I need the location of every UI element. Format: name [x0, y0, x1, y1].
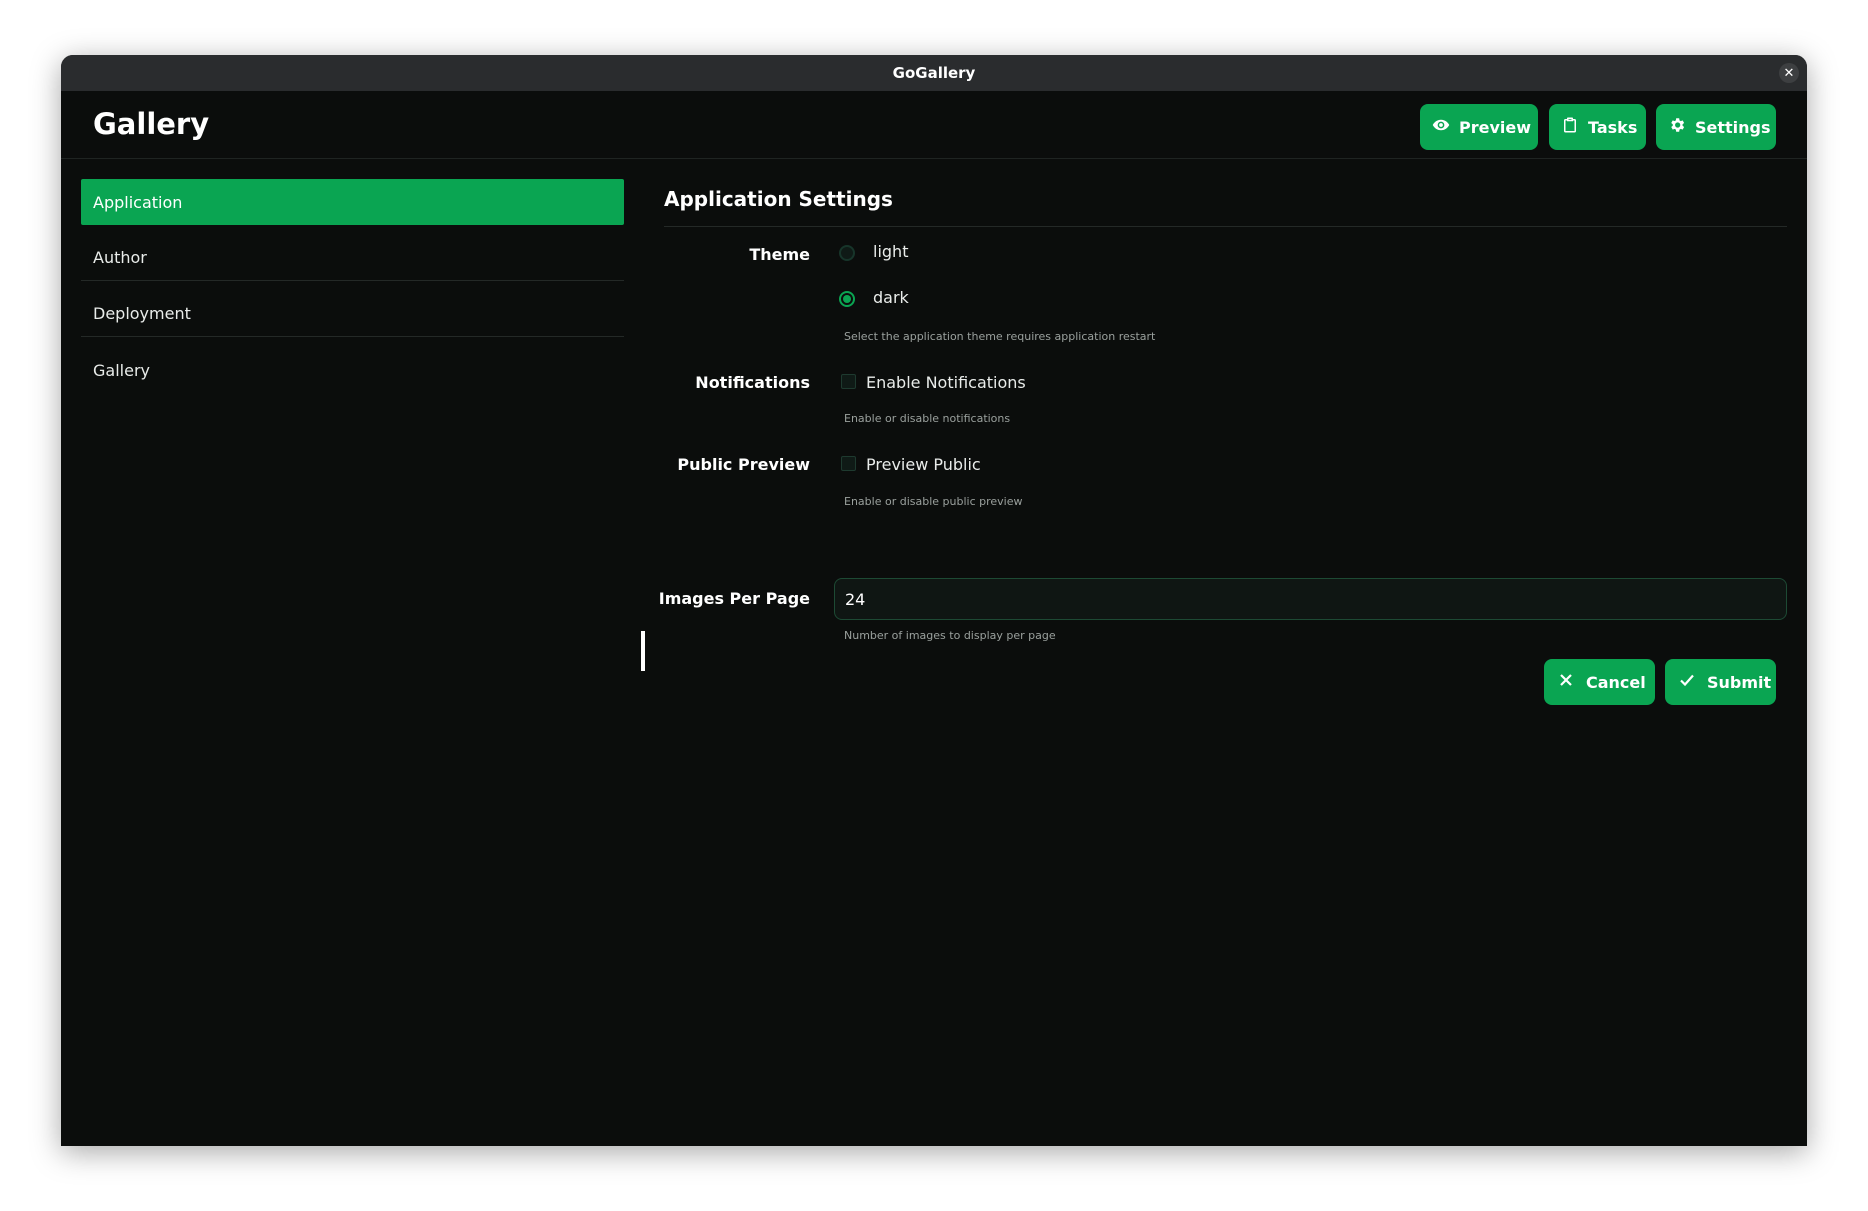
settings-sidebar: Application Author Deployment Gallery	[81, 179, 624, 403]
notifications-checkbox-label: Enable Notifications	[866, 373, 1026, 392]
page-title: Gallery	[93, 107, 210, 141]
public-preview-checkbox-label: Preview Public	[866, 455, 981, 474]
theme-option-light-label: light	[873, 242, 909, 261]
notifications-label: Notifications	[695, 373, 810, 392]
sidebar-item-gallery[interactable]: Gallery	[81, 347, 624, 393]
sidebar-item-application[interactable]: Application	[81, 179, 624, 225]
clipboard-icon	[1561, 116, 1579, 138]
notifications-help-text: Enable or disable notifications	[844, 412, 1011, 425]
sidebar-item-deployment[interactable]: Deployment	[81, 291, 624, 337]
window-title: GoGallery	[892, 64, 976, 82]
public-preview-label: Public Preview	[677, 455, 810, 474]
tasks-button[interactable]: Tasks	[1549, 104, 1646, 150]
preview-button[interactable]: Preview	[1420, 104, 1538, 150]
check-icon	[1679, 672, 1695, 692]
submit-button[interactable]: Submit	[1665, 659, 1776, 705]
images-per-page-help-text: Number of images to display per page	[844, 629, 1056, 642]
settings-button-label: Settings	[1695, 117, 1771, 137]
submit-button-label: Submit	[1707, 672, 1772, 692]
preview-button-label: Preview	[1459, 117, 1532, 137]
window-titlebar: GoGallery ✕	[61, 55, 1807, 91]
theme-radio-light[interactable]	[839, 245, 855, 261]
app-header: Gallery Preview Tasks Settings	[61, 91, 1807, 159]
images-per-page-label: Images Per Page	[658, 589, 810, 608]
close-icon[interactable]: ✕	[1779, 63, 1799, 83]
cancel-button-label: Cancel	[1586, 672, 1646, 692]
public-preview-checkbox[interactable]	[841, 456, 856, 471]
settings-form: Application Settings Theme light dark Se…	[659, 179, 1787, 705]
tasks-button-label: Tasks	[1588, 117, 1638, 137]
theme-radio-dark[interactable]	[839, 291, 855, 307]
public-preview-help-text: Enable or disable public preview	[844, 495, 1023, 508]
theme-help-text: Select the application theme requires ap…	[844, 330, 1156, 343]
app-window: GoGallery ✕ Gallery Preview Tasks Settin…	[61, 55, 1807, 1146]
sidebar-item-author[interactable]: Author	[81, 235, 624, 281]
text-cursor	[641, 631, 645, 671]
settings-button[interactable]: Settings	[1656, 104, 1776, 150]
section-title: Application Settings	[664, 179, 1787, 227]
theme-option-dark-label: dark	[873, 288, 909, 307]
close-icon	[1558, 672, 1574, 692]
eye-icon	[1432, 116, 1450, 138]
theme-label: Theme	[749, 245, 810, 264]
gear-icon	[1668, 116, 1686, 138]
cancel-button[interactable]: Cancel	[1544, 659, 1655, 705]
images-per-page-input[interactable]	[834, 578, 1787, 620]
notifications-checkbox[interactable]	[841, 374, 856, 389]
